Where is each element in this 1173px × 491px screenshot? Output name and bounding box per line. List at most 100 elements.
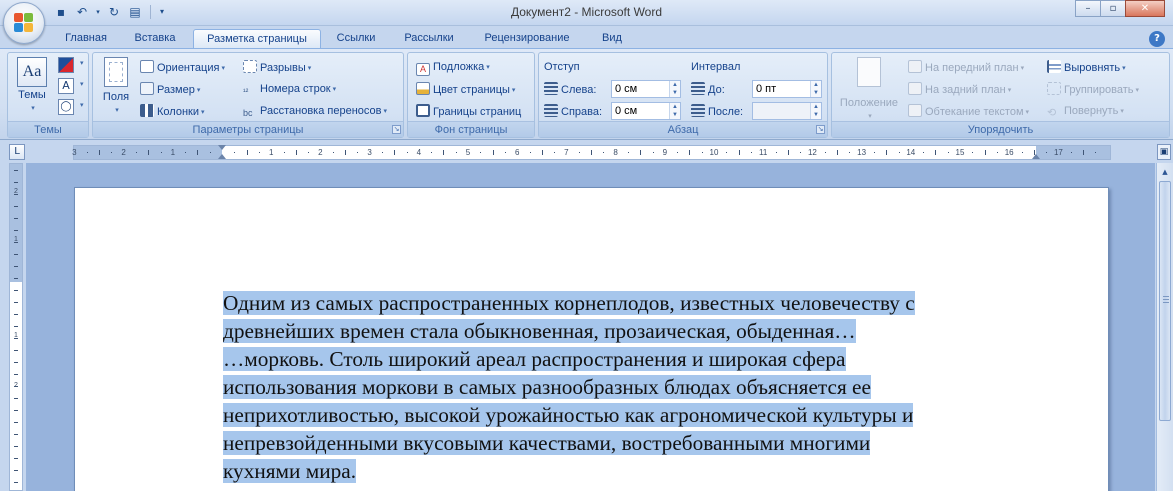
breaks-button[interactable]: Разрывы ▾	[243, 60, 311, 76]
office-button[interactable]	[3, 2, 45, 44]
indent-right-spinner-icon[interactable]: ▲ ▼	[669, 103, 680, 119]
indent-right-label: Справа:	[544, 104, 602, 119]
columns-button[interactable]: Колонки ▾	[140, 104, 205, 120]
tab-home[interactable]: Главная	[54, 29, 118, 49]
paragraph-launcher-icon[interactable]: ↘	[816, 125, 825, 134]
themes-button[interactable]: Aa Темы ▾	[12, 57, 52, 115]
indent-left-spinner-icon[interactable]: ▲ ▼	[669, 81, 680, 97]
line-numbers-button[interactable]: ¹² Номера строк ▾	[243, 82, 336, 99]
ruler-tick	[308, 152, 310, 153]
tab-selector-icon[interactable]: L	[9, 144, 25, 160]
ruler-tick	[935, 150, 937, 155]
position-button[interactable]: Положение ▾	[836, 57, 902, 123]
theme-colors-icon[interactable]	[58, 57, 74, 73]
right-indent-icon[interactable]	[1032, 154, 1040, 159]
ruler-number: 12	[807, 148, 817, 157]
text-wrap-button[interactable]: Обтекание текстом ▾	[908, 104, 1029, 120]
tab-references[interactable]: Ссылки	[326, 29, 386, 49]
spacing-after-input[interactable]: ▲ ▼	[752, 102, 822, 120]
indent-right-input[interactable]: 0 см ▲ ▼	[611, 102, 681, 120]
ruler-number: 5	[465, 148, 471, 157]
spacing-after-spinner-icon[interactable]: ▲ ▼	[810, 103, 821, 119]
vertical-ruler-tick	[14, 314, 18, 315]
send-back-button[interactable]: На задний план ▾	[908, 82, 1011, 98]
spacing-after-text: После:	[708, 106, 744, 118]
position-icon	[857, 57, 881, 87]
text-line[interactable]: непревзойденными вкусовыми качествами, в…	[223, 429, 1043, 457]
ruler-tick	[701, 152, 703, 153]
tab-mailings[interactable]: Рассылки	[393, 29, 465, 49]
ruler-tick	[99, 150, 100, 155]
close-icon[interactable]: ✕	[1125, 0, 1165, 17]
horizontal-ruler[interactable]: 3 2 1 1 2 3 4 5 6 7 8 9 10 11 12 13 14 15 16 17	[72, 145, 1111, 160]
send-back-label: На задний план	[925, 84, 1006, 96]
margins-button[interactable]: Поля ▾	[99, 57, 133, 117]
page-setup-launcher-icon[interactable]: ↘	[392, 125, 401, 134]
align-icon	[1047, 60, 1061, 73]
theme-fonts-icon[interactable]: A	[58, 78, 74, 94]
page-borders-button[interactable]: Границы страниц	[416, 104, 521, 119]
document-page[interactable]: Одним из самых распространенных корнепло…	[74, 187, 1109, 491]
ruler-tick	[492, 150, 494, 155]
vertical-scrollbar[interactable]: ▲	[1156, 163, 1173, 491]
vertical-ruler-tick	[14, 242, 18, 243]
document-text[interactable]: Одним из самых распространенных корнепло…	[223, 289, 1043, 485]
ruler-number: 10	[709, 148, 719, 157]
orientation-button[interactable]: Ориентация ▾	[140, 60, 225, 76]
ruler-right-margin	[1036, 146, 1110, 159]
tab-review[interactable]: Рецензирование	[473, 29, 581, 49]
page-color-button[interactable]: Цвет страницы ▾	[416, 82, 515, 98]
text-line[interactable]: неприхотливостью, высокой урожайностью к…	[223, 401, 1043, 429]
ruler-tick	[627, 152, 629, 153]
size-label: Размер	[157, 84, 195, 96]
first-line-indent-icon[interactable]	[218, 145, 226, 150]
help-icon[interactable]: ?	[1149, 31, 1165, 47]
rotate-button[interactable]: ⟲ Повернуть ▾	[1047, 104, 1124, 120]
line-numbers-icon: ¹²	[243, 87, 249, 96]
text-line[interactable]: использования моркови в самых разнообраз…	[223, 373, 1043, 401]
ruler-tick	[726, 152, 728, 153]
ruler-bar: L 3 2 1 1 2 3 4 5 6 7 8 9 10 11 12 13 14 15 16 17 ▣	[0, 141, 1173, 163]
themes-icon: Aa	[17, 57, 47, 87]
ruler-tick	[541, 150, 543, 155]
vertical-ruler-tick	[14, 278, 18, 279]
align-button[interactable]: Выровнять ▾	[1047, 60, 1126, 76]
vertical-ruler[interactable]: 2112	[9, 163, 23, 491]
text-line[interactable]: Одним из самых распространенных корнепло…	[223, 289, 1043, 317]
hanging-indent-icon[interactable]	[218, 154, 226, 159]
ruler-number: 3	[72, 148, 77, 157]
scroll-up-icon[interactable]: ▲	[1158, 165, 1172, 180]
ruler-tick	[1046, 152, 1048, 153]
tab-view[interactable]: Вид	[590, 29, 634, 49]
minimize-icon[interactable]: –	[1075, 0, 1101, 17]
spacing-before-input[interactable]: 0 пт ▲ ▼	[752, 80, 822, 98]
bring-front-button[interactable]: На передний план ▾	[908, 60, 1024, 76]
vertical-ruler-tick	[14, 170, 18, 171]
indent-left-input[interactable]: 0 см ▲ ▼	[611, 80, 681, 98]
text-line[interactable]: кухнями мира.	[223, 457, 1043, 485]
ruler-tick	[689, 150, 691, 155]
view-ruler-icon[interactable]: ▣	[1157, 144, 1171, 160]
text-line[interactable]: …морковь. Столь широкий ареал распростра…	[223, 345, 1043, 373]
vertical-ruler-tick	[14, 398, 18, 399]
group-button[interactable]: Группировать ▾	[1047, 82, 1139, 98]
tab-page-layout[interactable]: Разметка страницы	[193, 29, 321, 49]
ruler-tick	[1070, 152, 1072, 153]
scroll-thumb[interactable]	[1159, 181, 1171, 421]
spacing-before-spinner-icon[interactable]: ▲ ▼	[810, 81, 821, 97]
columns-icon	[140, 104, 154, 117]
ruler-tick	[258, 152, 260, 153]
selected-text: неприхотливостью, высокой урожайностью к…	[223, 403, 914, 427]
size-button[interactable]: Размер ▾	[140, 82, 200, 98]
spacing-title: Интервал	[691, 61, 741, 73]
indent-right-icon	[544, 104, 558, 117]
theme-effects-icon[interactable]: ◯	[58, 99, 74, 115]
maximize-icon[interactable]: ▫	[1100, 0, 1126, 17]
hyphenation-button[interactable]: bc Расстановка переносов ▾	[243, 104, 387, 120]
tab-insert[interactable]: Вставка	[124, 29, 186, 49]
ruler-tick	[394, 150, 396, 155]
columns-label: Колонки	[157, 106, 199, 118]
text-line[interactable]: древнейших времен стала обыкновенная, пр…	[223, 317, 1043, 345]
watermark-button[interactable]: A Подложка ▾	[416, 60, 490, 76]
vertical-ruler-tick	[14, 218, 18, 219]
